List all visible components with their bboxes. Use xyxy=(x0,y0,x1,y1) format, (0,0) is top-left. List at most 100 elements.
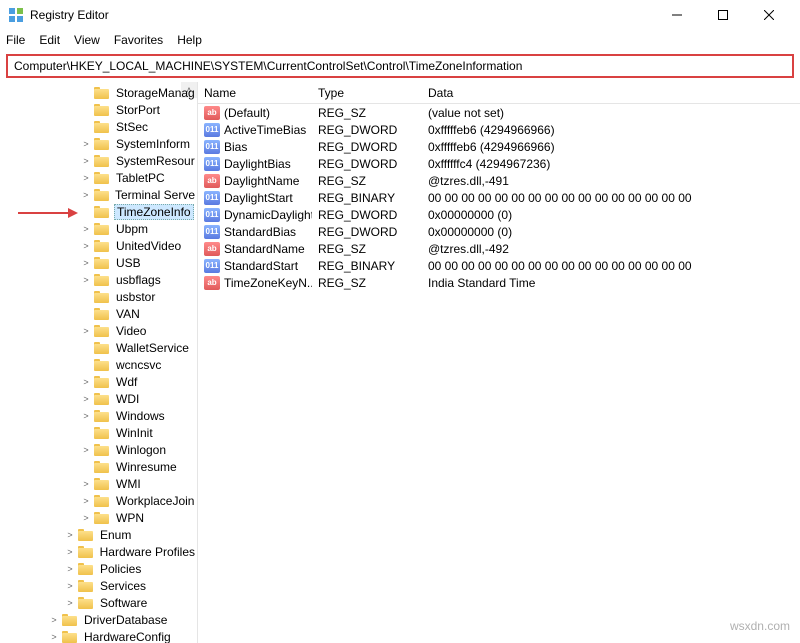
expand-chevron-icon[interactable]: > xyxy=(48,615,60,625)
expand-chevron-icon[interactable]: > xyxy=(80,224,92,234)
expand-chevron-icon[interactable]: > xyxy=(64,598,76,608)
col-header-type[interactable]: Type xyxy=(312,86,422,100)
tree-item-label: StSec xyxy=(114,120,150,134)
expand-chevron-icon[interactable]: > xyxy=(80,139,92,149)
tree-item[interactable]: >WPN xyxy=(0,509,197,526)
menu-view[interactable]: View xyxy=(74,33,100,47)
expand-chevron-icon[interactable]: > xyxy=(64,564,76,574)
menu-help[interactable]: Help xyxy=(177,33,202,47)
cell-data: 0xfffffeb6 (4294966966) xyxy=(422,123,800,137)
expand-chevron-icon[interactable]: > xyxy=(48,632,60,642)
tree-item[interactable]: >Wdf xyxy=(0,373,197,390)
tree-item[interactable]: >USB xyxy=(0,254,197,271)
list-row[interactable]: 011DaylightBiasREG_DWORD0xffffffc4 (4294… xyxy=(198,155,800,172)
list-row[interactable]: ab(Default)REG_SZ(value not set) xyxy=(198,104,800,121)
tree-item[interactable]: >Software xyxy=(0,594,197,611)
list-row[interactable]: 011DynamicDaylight...REG_DWORD0x00000000… xyxy=(198,206,800,223)
tree-item[interactable]: > WorkplaceJoin xyxy=(0,492,197,509)
tree-item[interactable]: >Video xyxy=(0,322,197,339)
folder-icon xyxy=(94,222,110,236)
list-row[interactable]: 011ActiveTimeBiasREG_DWORD0xfffffeb6 (42… xyxy=(198,121,800,138)
binary-value-icon: 011 xyxy=(204,191,220,205)
expand-chevron-icon[interactable]: > xyxy=(64,547,76,557)
list-row[interactable]: 011DaylightStartREG_BINARY00 00 00 00 00… xyxy=(198,189,800,206)
cell-type: REG_BINARY xyxy=(312,191,422,205)
expand-chevron-icon[interactable]: > xyxy=(80,190,92,200)
tree-item[interactable]: >Winlogon xyxy=(0,441,197,458)
tree-item[interactable]: >SystemInform xyxy=(0,135,197,152)
expand-chevron-icon[interactable]: > xyxy=(64,530,76,540)
list-row[interactable]: abDaylightNameREG_SZ@tzres.dll,-491 xyxy=(198,172,800,189)
menu-file[interactable]: File xyxy=(6,33,25,47)
tree-item[interactable]: >WMI xyxy=(0,475,197,492)
col-header-name[interactable]: Name xyxy=(198,86,312,100)
cell-type: REG_BINARY xyxy=(312,259,422,273)
list-row[interactable]: abTimeZoneKeyN...REG_SZIndia Standard Ti… xyxy=(198,274,800,291)
tree-panel[interactable]: ˄ StorageManagStorPortStSec>SystemInform… xyxy=(0,82,198,643)
tree-item[interactable]: >usbflags xyxy=(0,271,197,288)
tree-item-label: SystemResour xyxy=(114,154,197,168)
tree-item[interactable]: > WDI xyxy=(0,390,197,407)
list-row[interactable]: 011StandardBiasREG_DWORD0x00000000 (0) xyxy=(198,223,800,240)
expand-chevron-icon[interactable]: > xyxy=(80,173,92,183)
close-button[interactable] xyxy=(746,0,792,30)
expand-chevron-icon[interactable]: > xyxy=(80,479,92,489)
expand-chevron-icon[interactable]: > xyxy=(80,241,92,251)
tree-item[interactable]: >Enum xyxy=(0,526,197,543)
list-row[interactable]: abStandardNameREG_SZ@tzres.dll,-492 xyxy=(198,240,800,257)
tree-item[interactable]: TimeZoneInfo xyxy=(0,203,197,220)
tree-item[interactable]: StorageManag xyxy=(0,84,197,101)
tree-item[interactable]: > TabletPC xyxy=(0,169,197,186)
col-header-data[interactable]: Data xyxy=(422,86,800,100)
expand-chevron-icon[interactable]: > xyxy=(80,275,92,285)
address-bar[interactable]: Computer\HKEY_LOCAL_MACHINE\SYSTEM\Curre… xyxy=(6,54,794,78)
tree-item[interactable]: StSec xyxy=(0,118,197,135)
menubar: File Edit View Favorites Help xyxy=(0,30,800,50)
tree-item-label: WorkplaceJoin xyxy=(114,494,196,508)
tree-item-label: TabletPC xyxy=(114,171,167,185)
expand-chevron-icon[interactable]: > xyxy=(64,581,76,591)
expand-chevron-icon[interactable]: > xyxy=(80,156,92,166)
minimize-button[interactable] xyxy=(654,0,700,30)
folder-icon xyxy=(94,137,110,151)
expand-chevron-icon[interactable]: > xyxy=(80,513,92,523)
maximize-button[interactable] xyxy=(700,0,746,30)
values-panel[interactable]: Name Type Data ab(Default)REG_SZ(value n… xyxy=(198,82,800,643)
expand-chevron-icon[interactable]: > xyxy=(80,496,92,506)
list-row[interactable]: 011StandardStartREG_BINARY00 00 00 00 00… xyxy=(198,257,800,274)
expand-chevron-icon[interactable]: > xyxy=(80,445,92,455)
folder-icon xyxy=(94,171,110,185)
tree-item[interactable]: >DriverDatabase xyxy=(0,611,197,628)
list-row[interactable]: 011BiasREG_DWORD0xfffffeb6 (4294966966) xyxy=(198,138,800,155)
titlebar[interactable]: Registry Editor xyxy=(0,0,800,30)
expand-chevron-icon[interactable]: > xyxy=(80,394,92,404)
cell-name: 011DynamicDaylight... xyxy=(198,208,312,222)
folder-icon xyxy=(94,205,110,219)
tree-item[interactable]: WinInit xyxy=(0,424,197,441)
tree-item[interactable]: usbstor xyxy=(0,288,197,305)
tree-item-label: WDI xyxy=(114,392,141,406)
expand-chevron-icon[interactable]: > xyxy=(80,411,92,421)
tree-item[interactable]: wcncsvc xyxy=(0,356,197,373)
cell-data: @tzres.dll,-492 xyxy=(422,242,800,256)
tree-item[interactable]: VAN xyxy=(0,305,197,322)
tree-item-label: StorageManag xyxy=(114,86,197,100)
tree-item[interactable]: >Terminal Serve xyxy=(0,186,197,203)
tree-item[interactable]: >Hardware Profiles xyxy=(0,543,197,560)
tree-item[interactable]: StorPort xyxy=(0,101,197,118)
tree-item[interactable]: >UnitedVideo xyxy=(0,237,197,254)
expand-chevron-icon[interactable]: > xyxy=(80,258,92,268)
menu-favorites[interactable]: Favorites xyxy=(114,33,163,47)
tree-item[interactable]: >Policies xyxy=(0,560,197,577)
string-value-icon: ab xyxy=(204,242,220,256)
tree-item[interactable]: > SystemResour xyxy=(0,152,197,169)
tree-item[interactable]: >Windows xyxy=(0,407,197,424)
expand-chevron-icon[interactable]: > xyxy=(80,326,92,336)
tree-item[interactable]: >Services xyxy=(0,577,197,594)
expand-chevron-icon[interactable]: > xyxy=(80,377,92,387)
tree-item[interactable]: WalletService xyxy=(0,339,197,356)
folder-icon xyxy=(94,426,110,440)
menu-edit[interactable]: Edit xyxy=(39,33,60,47)
tree-item[interactable]: Winresume xyxy=(0,458,197,475)
tree-item[interactable]: >Ubpm xyxy=(0,220,197,237)
